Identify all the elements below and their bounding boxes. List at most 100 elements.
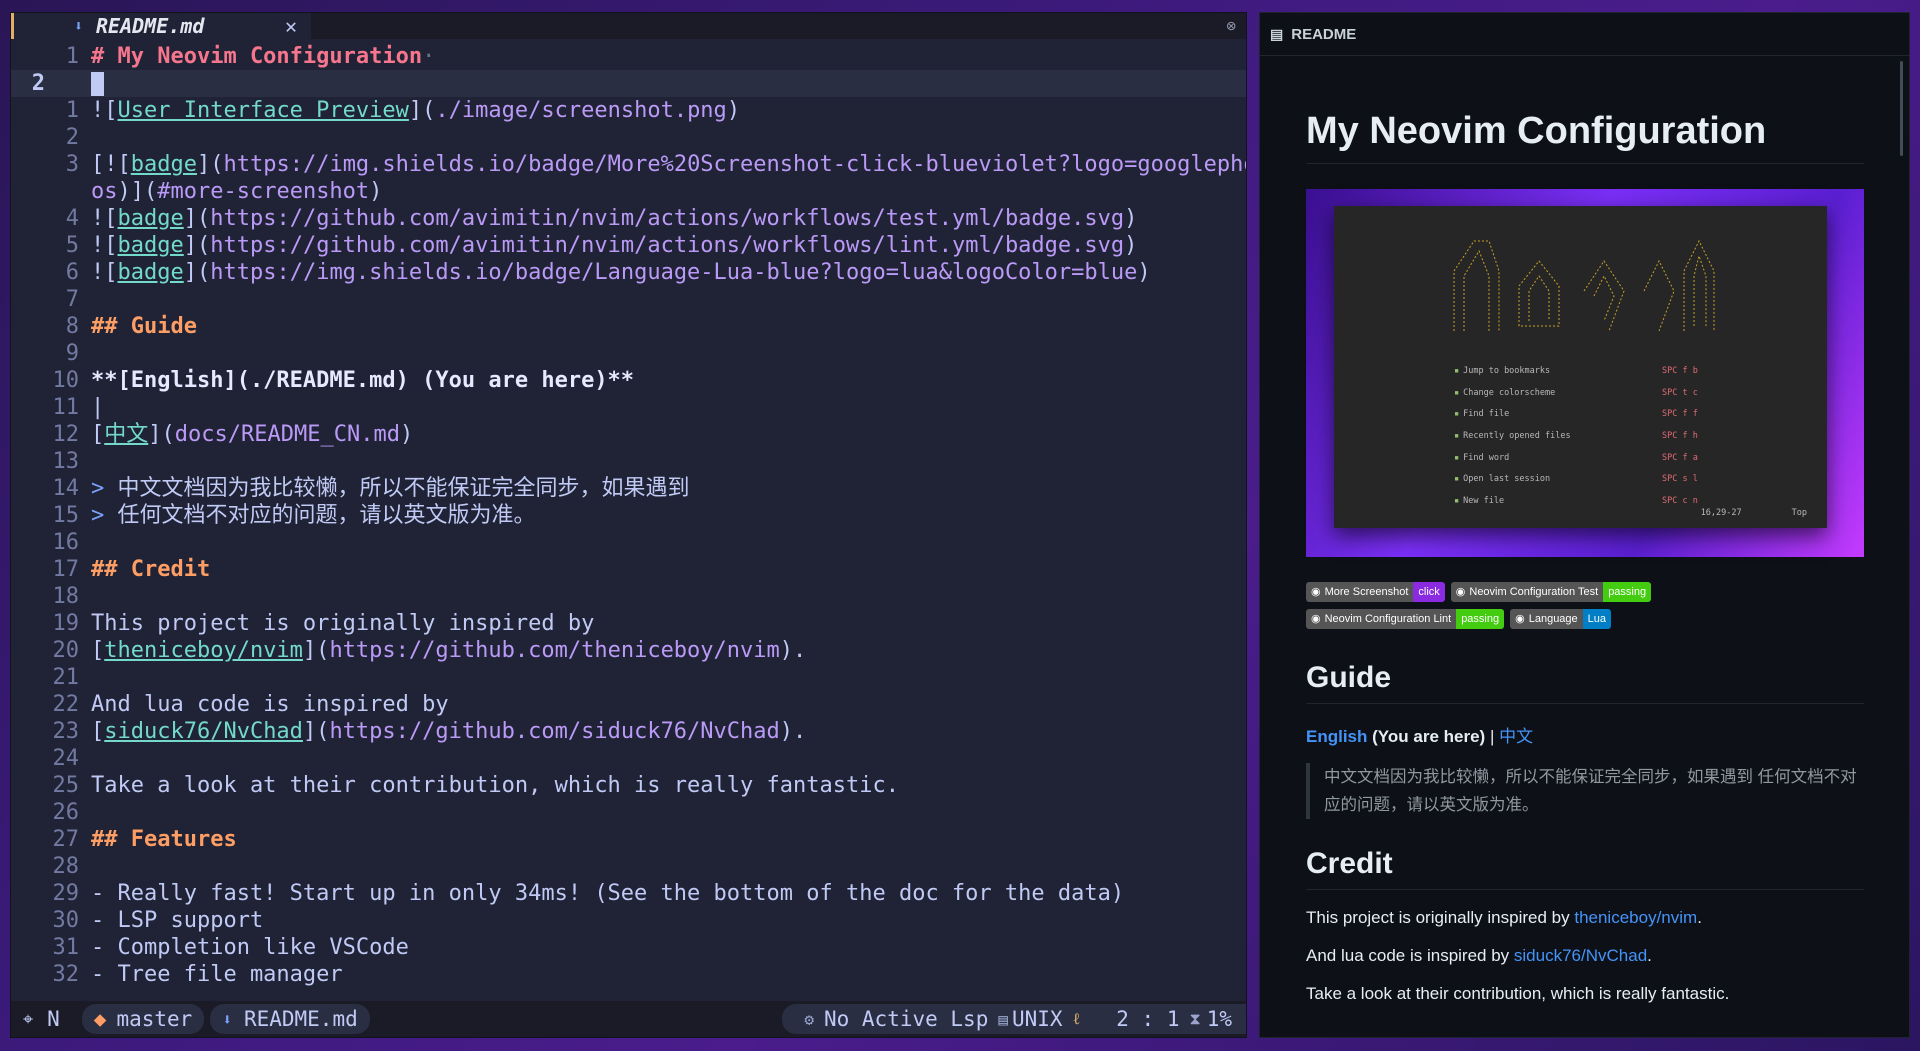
code-token: ). (779, 719, 807, 744)
code-token: ]( (302, 638, 330, 663)
line-number: 6 (65, 260, 79, 285)
menu-item-label: Recently opened files (1463, 431, 1571, 442)
window-close-icon[interactable]: ⊗ (1226, 16, 1236, 35)
code-token: - Really fast! Start up in only 34ms! (S… (91, 881, 1125, 906)
code-line[interactable]: 4 ![badge](https://github.com/avimitin/nv… (11, 205, 1246, 232)
lsp-icon: ⚙ (804, 1009, 814, 1029)
preview-scrollbar[interactable] (1900, 61, 1903, 156)
code-line[interactable]: 14 > 中文文档因为我比较懒，所以不能保证完全同步，如果遇到 (11, 475, 1246, 502)
code-line[interactable]: 22 And lua code is inspired by (11, 691, 1246, 718)
guide-separator: | (1489, 727, 1495, 746)
status-filename: README.md (243, 1007, 358, 1031)
code-line[interactable]: 1 ![User Interface Preview](./image/scree… (11, 97, 1246, 124)
code-line[interactable]: 9 (11, 340, 1246, 367)
buffer-tab[interactable]: ⬇ README.md ✕ (11, 13, 311, 39)
nvchad-link[interactable]: siduck76/NvChad (1514, 946, 1647, 965)
code-line[interactable]: 5 ![badge](https://github.com/avimitin/nv… (11, 232, 1246, 259)
code-token: ]( (302, 719, 330, 744)
code-token: ) (1124, 206, 1138, 231)
line-text: ![badge](https://github.com/avimitin/nvi… (91, 232, 1137, 259)
line-text: ## Features (91, 826, 237, 853)
code-token: ]( (183, 260, 211, 285)
guide-blockquote: 中文文档因为我比较懒，所以不能保证完全同步，如果遇到 任何文档不对应的问题，请以… (1306, 763, 1864, 819)
editor-window[interactable]: ⬇ README.md ✕ ⊗ 1 # My Neovim Configurati… (10, 12, 1247, 1038)
line-text: [![badge](https://img.shields.io/badge/M… (91, 151, 1246, 178)
chinese-link[interactable]: 中文 (1499, 727, 1533, 746)
code-line[interactable]: os)](#more-screenshot) (11, 178, 1246, 205)
english-link[interactable]: English (1306, 727, 1367, 746)
code-token: ]( (196, 152, 224, 177)
status-badge[interactable]: ◉ Neovim Configuration Lint passing (1306, 609, 1505, 629)
code-token: https://github.com/theniceboy/nvim (329, 638, 780, 663)
line-number: 12 (52, 422, 80, 447)
screenshot-image: ▪ Jump to bookmarks SPC f b ▪ Change colorsc… (1306, 189, 1864, 557)
code-line[interactable]: 6 ![badge](https://img.shields.io/badge/L… (11, 259, 1246, 286)
code-line[interactable]: 18 (11, 583, 1246, 610)
code-line[interactable]: 11 | (11, 394, 1246, 421)
branch-label: master (116, 1007, 193, 1031)
code-line[interactable]: 24 (11, 745, 1246, 772)
menu-item-label: Find word (1463, 452, 1510, 463)
dashboard-menu-item: ▪ Find word SPC f a (1454, 453, 1794, 475)
vim-mode-icon: ⌖ (23, 1008, 34, 1030)
code-token: https://img.shields.io/badge/Language-Lu… (210, 260, 1138, 285)
markdown-preview[interactable]: ▤ README My Neovim Configuration ▪ Jump … (1259, 12, 1910, 1038)
line-text: **[English](./README.md) (You are here)*… (91, 367, 634, 394)
preview-header-title: README (1291, 25, 1357, 43)
code-line[interactable]: 27 ## Features (11, 826, 1246, 853)
code-token: badge (130, 152, 197, 177)
code-token: ) (726, 98, 741, 123)
code-line[interactable]: 10 **[English](./README.md) (You are here… (11, 367, 1246, 394)
code-line[interactable]: 31 - Completion like VSCode (11, 934, 1246, 961)
code-line[interactable]: 26 (11, 799, 1246, 826)
code-line[interactable]: 28 (11, 853, 1246, 880)
line-number: 17 (52, 557, 80, 582)
code-line[interactable]: 20 [theniceboy/nvim](https://github.com/t… (11, 637, 1246, 664)
code-line[interactable]: 21 (11, 664, 1246, 691)
code-token: ) (369, 179, 383, 204)
hourglass-icon: ⧗ (1189, 1009, 1201, 1028)
menu-item-label: Open last session (1463, 474, 1551, 485)
status-badge[interactable]: ◉ More Screenshot click (1306, 582, 1445, 602)
menu-item-icon: ▪ (1454, 496, 1460, 507)
code-line[interactable]: 7 (11, 286, 1246, 313)
code-line[interactable]: 29 - Really fast! Start up in only 34ms! … (11, 880, 1246, 907)
code-line[interactable]: 13 (11, 448, 1246, 475)
status-badge[interactable]: ◉ Neovim Configuration Test passing (1450, 582, 1652, 602)
code-token: **[English](./README.md) (You are here)*… (91, 368, 635, 393)
code-line[interactable]: 8 ## Guide (11, 313, 1246, 340)
code-line[interactable]: 2 (11, 70, 1246, 97)
code-line[interactable]: 23 [siduck76/NvChad](https://github.com/s… (11, 718, 1246, 745)
code-token: https://img.shields.io/badge/More%20Scre… (223, 152, 1246, 177)
code-line[interactable]: 32 - Tree file manager (11, 961, 1246, 988)
menu-item-key: SPC t c (1662, 387, 1698, 398)
status-badge[interactable]: ◉ Language Lua (1510, 609, 1612, 629)
menu-item-icon: ▪ (1454, 474, 1460, 485)
code-area[interactable]: 1 # My Neovim Configuration· 2 1 ![User Inte… (11, 39, 1246, 1001)
code-token: badge (117, 260, 184, 285)
line-number: 19 (52, 611, 80, 636)
code-line[interactable]: 1 # My Neovim Configuration· (11, 43, 1246, 70)
code-line[interactable]: 16 (11, 529, 1246, 556)
guide-line: English (You are here) | 中文 (1306, 722, 1864, 747)
code-line[interactable]: 19 This project is originally inspired by (11, 610, 1246, 637)
code-line[interactable]: 2 (11, 124, 1246, 151)
code-line[interactable]: 30 - LSP support (11, 907, 1246, 934)
code-line[interactable]: 3 [![badge](https://img.shields.io/badge/… (11, 151, 1246, 178)
theniceboy-link[interactable]: theniceboy/nvim (1574, 908, 1697, 927)
cursor-position: 2 : 1 (1116, 1007, 1180, 1031)
statusline: ⌖ N ◆ master ⬇ README.md ⚙ No Active Lsp… (11, 1001, 1246, 1037)
code-line[interactable]: 25 Take a look at their contribution, whi… (11, 772, 1246, 799)
tab-close-icon[interactable]: ✕ (285, 13, 297, 39)
line-text: # My Neovim Configuration· (91, 43, 435, 70)
menu-item-key: SPC c n (1662, 496, 1698, 507)
code-line[interactable]: 15 > 任何文档不对应的问题，请以英文版为准。 (11, 502, 1246, 529)
line-number: 15 (52, 503, 80, 528)
code-token: ) (1137, 260, 1151, 285)
line-number: 8 (65, 314, 79, 339)
code-line[interactable]: 17 ## Credit (11, 556, 1246, 583)
code-line[interactable]: 12 [中文](docs/README_CN.md) (11, 421, 1246, 448)
line-text: ![User Interface Preview](./image/screen… (91, 97, 740, 124)
line-text: > 中文文档因为我比较懒，所以不能保证完全同步，如果遇到 (91, 475, 690, 502)
line-number: 1 (65, 98, 79, 123)
